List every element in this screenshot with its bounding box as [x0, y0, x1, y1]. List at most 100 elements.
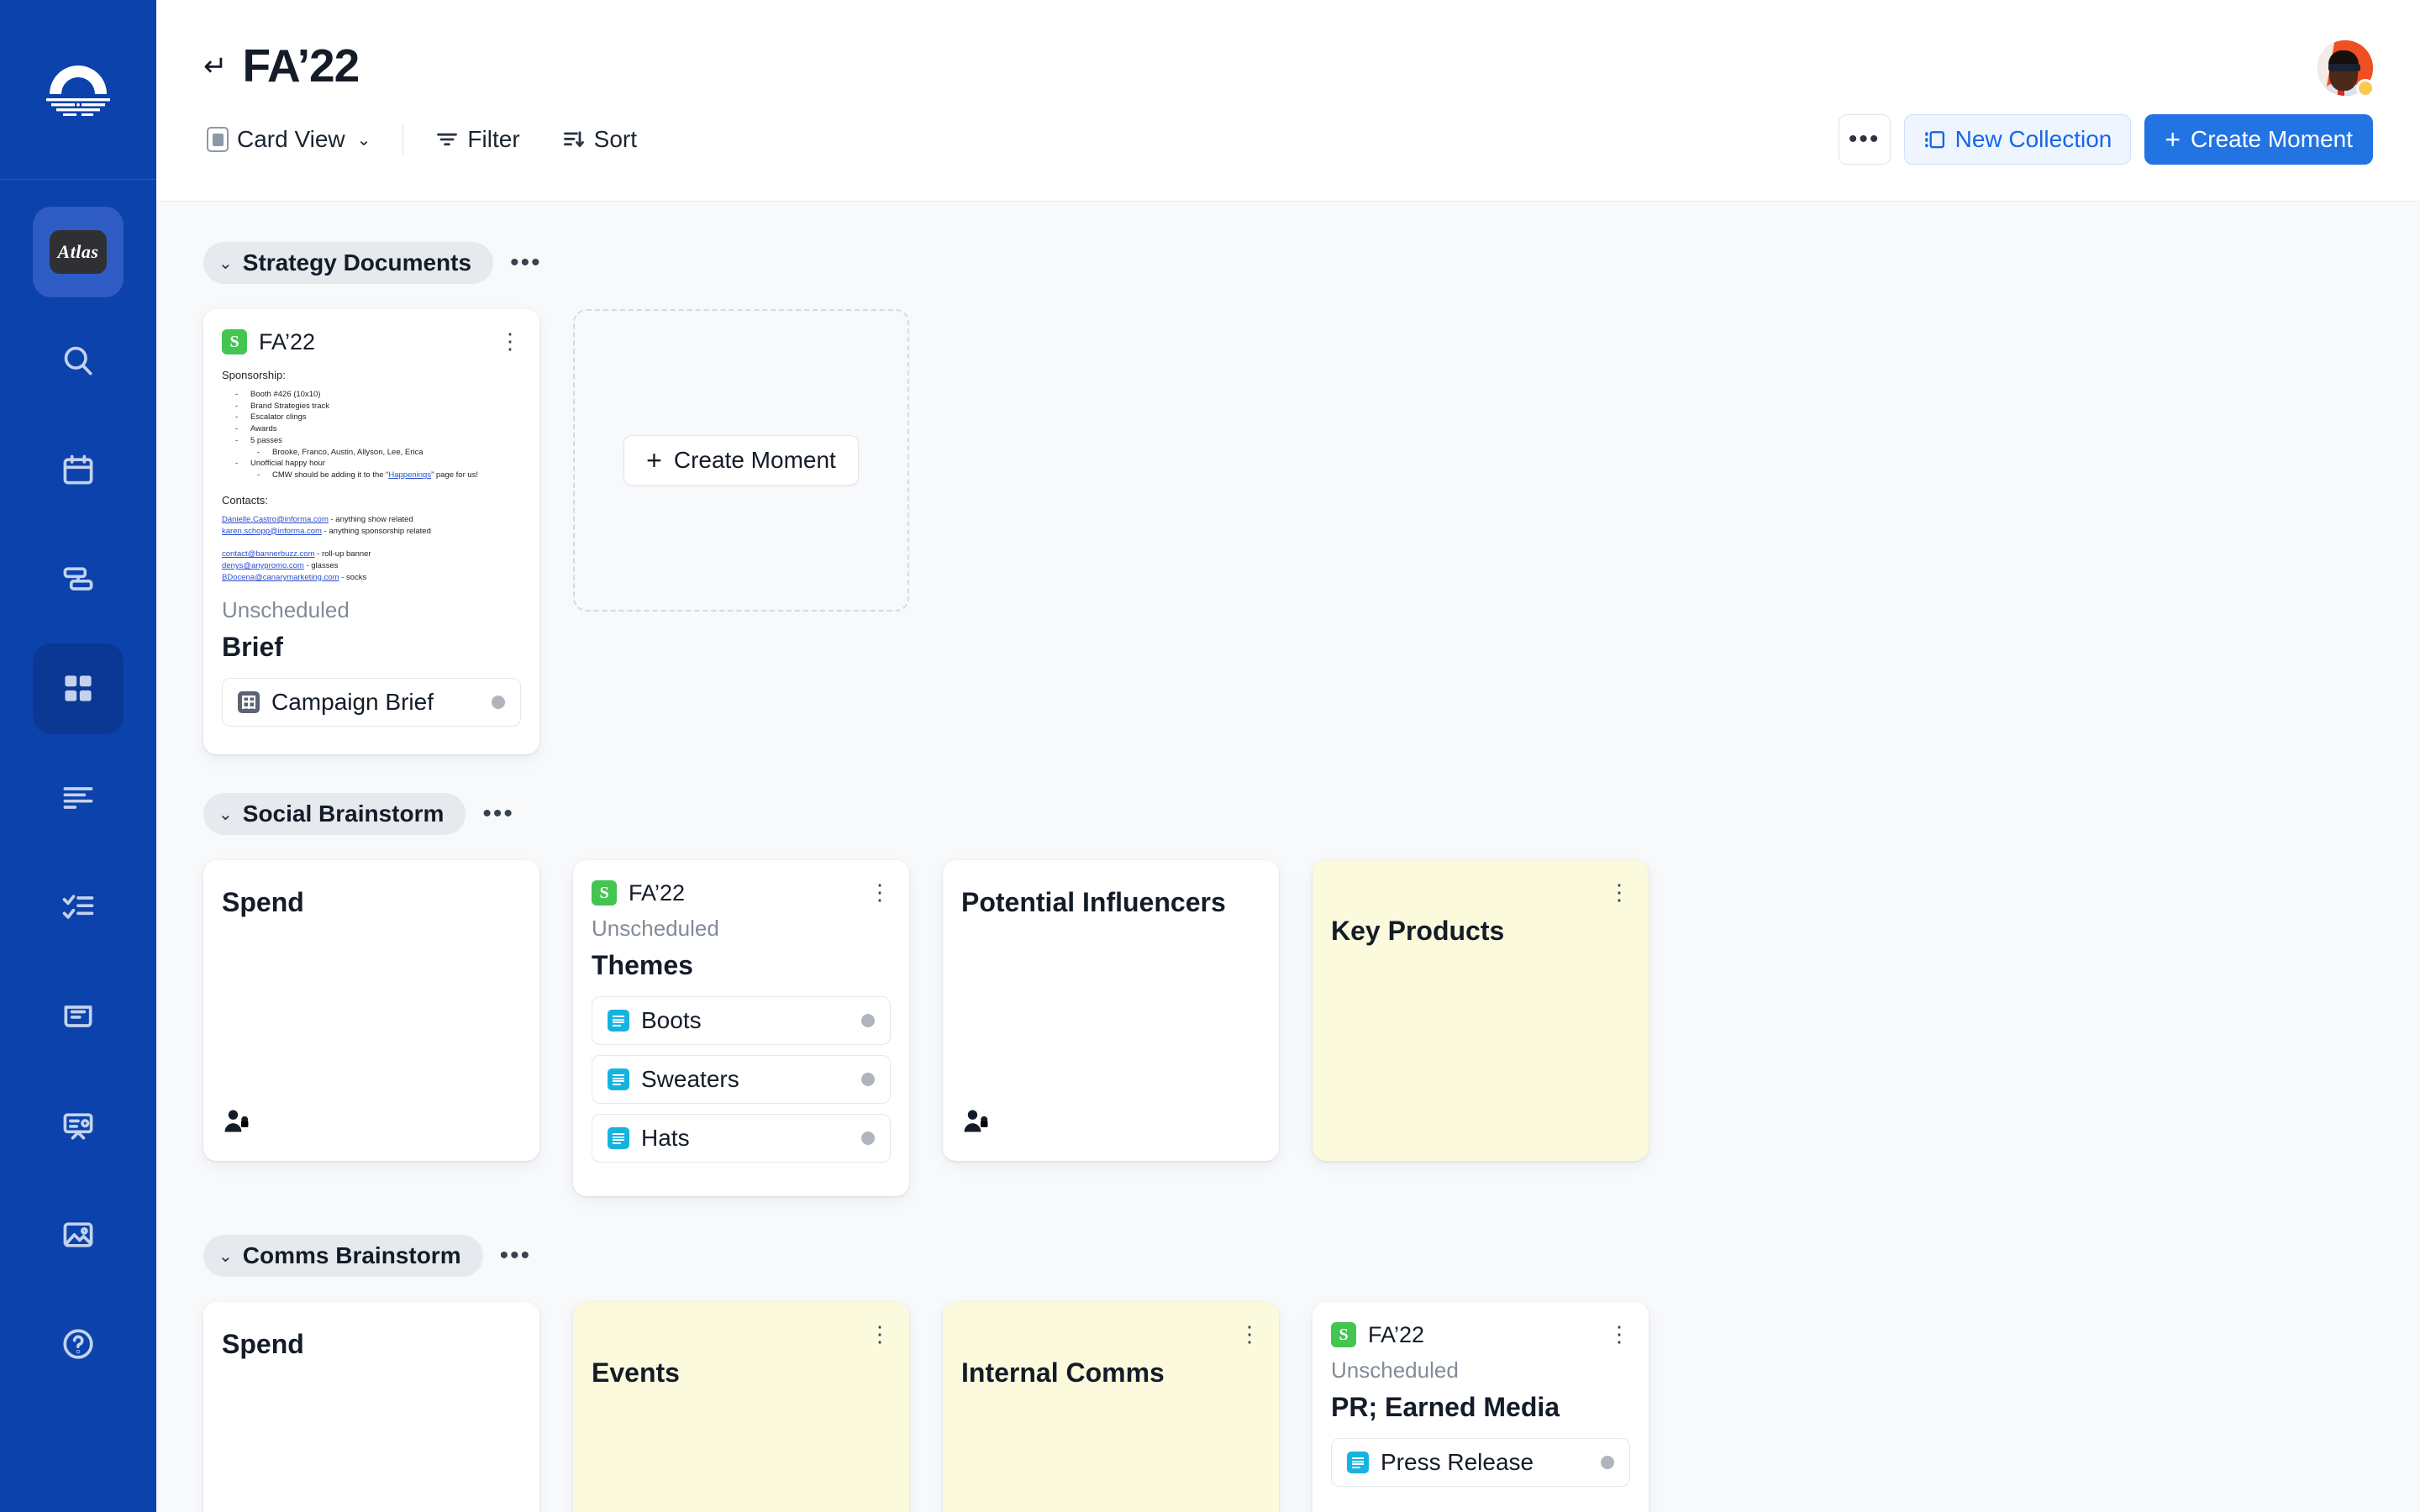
- preview-contacts-heading: Contacts:: [222, 493, 268, 507]
- section-toggle[interactable]: ⌄ Social Brainstorm: [203, 793, 466, 835]
- list-item[interactable]: Hats: [592, 1114, 891, 1163]
- vendor-email-link[interactable]: BDocena@canarymarketing.com: [222, 573, 339, 582]
- presentation-icon: [63, 1113, 93, 1140]
- back-arrow-icon[interactable]: ↵: [203, 52, 228, 81]
- contact-email-link[interactable]: karen.schopp@informa.com: [222, 527, 322, 536]
- preview-heading: Sponsorship:: [222, 369, 286, 381]
- sidebar: Atlas: [0, 0, 156, 1512]
- page-title: FA’22: [242, 39, 360, 92]
- card-menu-button[interactable]: ⋮: [869, 881, 891, 903]
- sidebar-item-workspace-atlas[interactable]: Atlas: [33, 207, 124, 297]
- create-moment-button[interactable]: + Create Moment: [2144, 114, 2373, 165]
- card-key-products[interactable]: ⋮ Key Products: [1313, 860, 1649, 1161]
- card-menu-button[interactable]: ⋮: [1608, 881, 1630, 903]
- card-menu-button[interactable]: ⋮: [869, 1323, 891, 1345]
- new-collection-button[interactable]: New Collection: [1903, 114, 2132, 165]
- new-collection-label: New Collection: [1954, 126, 2112, 152]
- create-moment-placeholder[interactable]: + Create Moment: [573, 309, 909, 612]
- app-logo[interactable]: [0, 0, 156, 180]
- card-internal-comms[interactable]: ⋮ Internal Comms: [943, 1302, 1279, 1512]
- sidebar-item-inbox[interactable]: [33, 971, 124, 1062]
- filter-label: Filter: [467, 126, 520, 152]
- board: ⌄ Strategy Documents ••• S FA’22 ⋮ Spons…: [156, 202, 2420, 1512]
- preview-sub-pre: CMW should be adding it to the “: [272, 470, 389, 480]
- toolbar: Card View ⌄ Filter Sort ••• New Collecti…: [203, 92, 2373, 165]
- calendar-icon: [63, 454, 93, 485]
- private-lock-icon: [964, 1110, 988, 1132]
- sidebar-item-boards[interactable]: [33, 643, 124, 734]
- card-schedule: Unscheduled: [592, 916, 719, 941]
- list-item[interactable]: Sweaters: [592, 1055, 891, 1104]
- section-header: ⌄ Strategy Documents •••: [203, 242, 2373, 284]
- create-moment-ghost-button[interactable]: + Create Moment: [623, 435, 859, 486]
- preview-vendor-line: BDocena@canarymarketing.com - socks: [222, 572, 521, 584]
- preview-bullet: 5 passes: [235, 435, 521, 447]
- sort-button[interactable]: Sort: [559, 121, 640, 158]
- sidebar-item-help[interactable]: [33, 1299, 124, 1389]
- card-row: Spend S FA’22 ⋮ Unscheduled Themes Boots…: [203, 860, 2373, 1196]
- section-toggle[interactable]: ⌄ Strategy Documents: [203, 242, 494, 284]
- card-menu-button[interactable]: ⋮: [499, 330, 521, 352]
- card-potential-influencers[interactable]: Potential Influencers: [943, 860, 1279, 1161]
- section-social-brainstorm: ⌄ Social Brainstorm ••• Spend S FA’22 ⋮ …: [203, 793, 2373, 1196]
- section-menu-button[interactable]: •••: [477, 801, 519, 827]
- card-events[interactable]: ⋮ Events: [573, 1302, 909, 1512]
- header-top: ↵ FA’22: [203, 0, 2373, 92]
- filter-icon: [437, 133, 458, 146]
- preview-bullet: Unofficial happy hour: [235, 458, 521, 470]
- vendor-note: - roll-up banner: [314, 549, 371, 559]
- workspace-tile: Atlas: [50, 230, 107, 274]
- status-dot: [492, 695, 505, 709]
- card-title: Brief: [222, 631, 283, 662]
- preview-vendor-line: contact@bannerbuzz.com - roll-up banner: [222, 549, 521, 560]
- source-label: FA’22: [1368, 1321, 1425, 1347]
- contact-email-link[interactable]: Danielle.Castro@informa.com: [222, 515, 329, 524]
- section-title: Strategy Documents: [242, 249, 472, 276]
- sidebar-item-presentations[interactable]: [33, 1080, 124, 1171]
- sunrise-logo-icon: [46, 65, 110, 116]
- list-item[interactable]: Campaign Brief: [222, 677, 521, 727]
- avatar[interactable]: [2317, 40, 2375, 97]
- card-menu-button[interactable]: ⋮: [1608, 1323, 1630, 1345]
- section-menu-button[interactable]: •••: [495, 1243, 537, 1268]
- preview-vendor-line: denys@anypromo.com - glasses: [222, 560, 521, 572]
- card-spend-comms[interactable]: Spend: [203, 1302, 539, 1512]
- list-item-label: Campaign Brief: [271, 688, 434, 715]
- sidebar-item-layers[interactable]: [33, 534, 124, 625]
- card-pr-earned-media[interactable]: S FA’22 ⋮ Unscheduled PR; Earned Media P…: [1313, 1302, 1649, 1512]
- happenings-link[interactable]: Happenings: [388, 470, 431, 480]
- view-selector[interactable]: Card View ⌄: [203, 121, 374, 158]
- card-menu-button[interactable]: ⋮: [1239, 1323, 1260, 1345]
- sidebar-item-tasks[interactable]: [33, 862, 124, 953]
- card-spend[interactable]: Spend: [203, 860, 539, 1161]
- vendor-email-link[interactable]: denys@anypromo.com: [222, 561, 304, 570]
- source-label: FA’22: [629, 879, 686, 906]
- workspace-label: Atlas: [57, 241, 99, 262]
- section-title: Comms Brainstorm: [242, 1242, 461, 1268]
- sidebar-item-calendar[interactable]: [33, 425, 124, 516]
- card-brief[interactable]: S FA’22 ⋮ Sponsorship: Booth #426 (10x10…: [203, 309, 539, 754]
- filter-button[interactable]: Filter: [432, 121, 523, 158]
- list-item[interactable]: Press Release: [1331, 1438, 1630, 1487]
- card-themes[interactable]: S FA’22 ⋮ Unscheduled Themes Boots Sweat…: [573, 860, 909, 1196]
- document-preview: Sponsorship: Booth #426 (10x10) Brand St…: [222, 368, 521, 584]
- section-toggle[interactable]: ⌄ Comms Brainstorm: [203, 1235, 483, 1277]
- sidebar-nav: Atlas: [0, 180, 156, 1389]
- sidebar-item-search[interactable]: [33, 316, 124, 407]
- search-icon: [64, 346, 92, 375]
- section-menu-button[interactable]: •••: [505, 250, 547, 276]
- list-item[interactable]: Boots: [592, 996, 891, 1045]
- card-title: Events: [592, 1357, 680, 1388]
- more-options-button[interactable]: •••: [1838, 114, 1891, 165]
- plus-icon: +: [2165, 124, 2181, 155]
- doc-icon: [1347, 1452, 1369, 1473]
- card-title: PR; Earned Media: [1331, 1392, 1560, 1422]
- card-footer: [961, 1086, 1260, 1139]
- preview-bullet: Escalator clings: [235, 412, 521, 423]
- sidebar-item-lists[interactable]: [33, 753, 124, 843]
- sidebar-item-assets[interactable]: [33, 1189, 124, 1280]
- vendor-email-link[interactable]: contact@bannerbuzz.com: [222, 549, 315, 559]
- plus-icon: +: [646, 445, 662, 475]
- list-item-label: Sweaters: [641, 1066, 739, 1092]
- card-title: Key Products: [1331, 916, 1505, 946]
